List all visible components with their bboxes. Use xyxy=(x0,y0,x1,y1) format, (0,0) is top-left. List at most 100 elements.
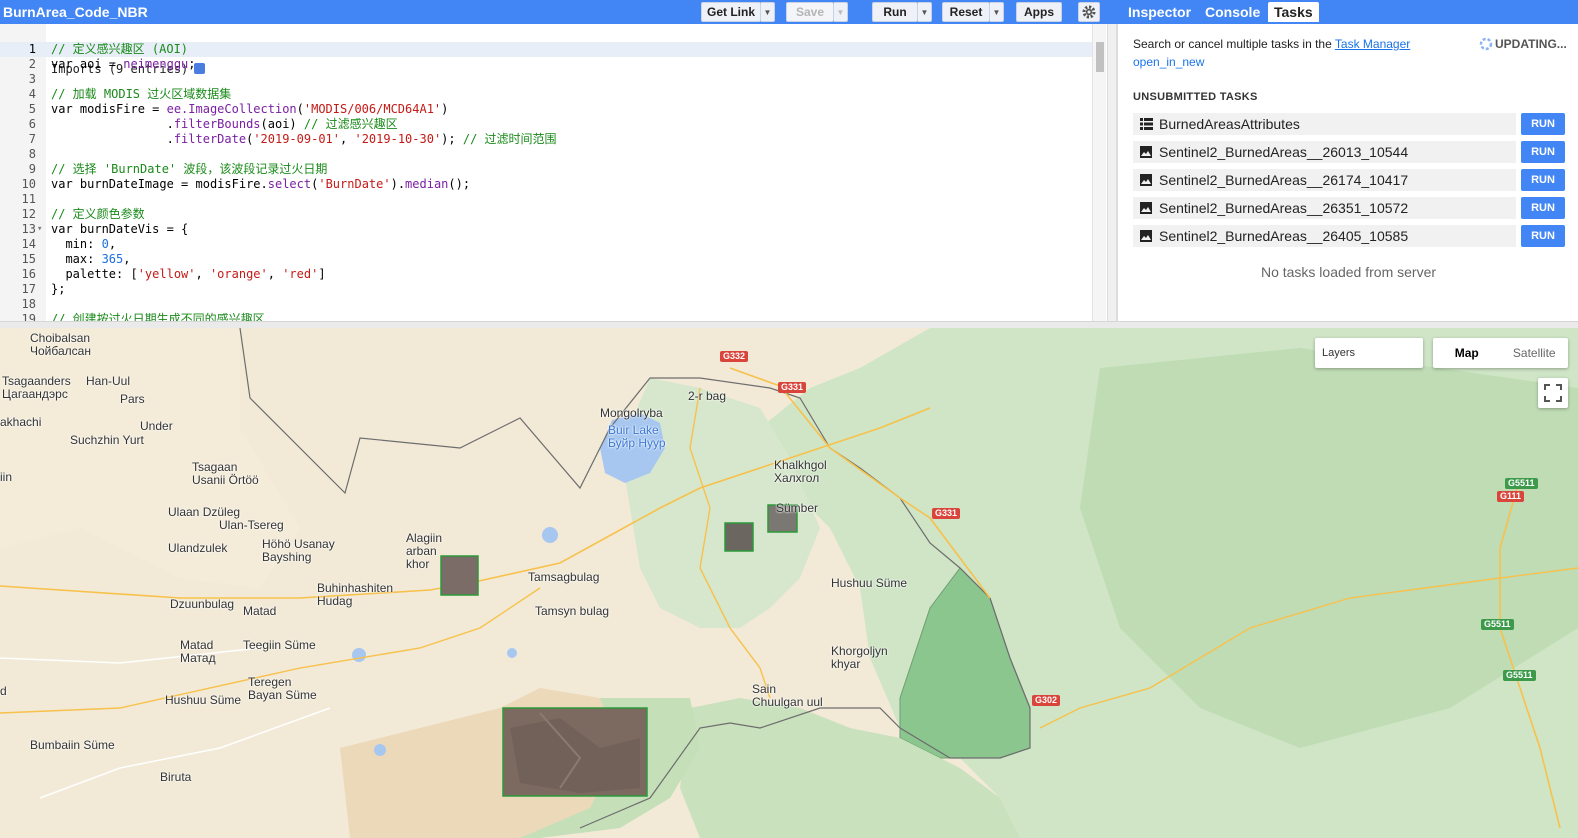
code-line[interactable]: 6 .filterBounds(aoi) // 过滤感兴趣区 xyxy=(0,117,1092,132)
code-text: palette: ['yellow', 'orange', 'red'] xyxy=(51,267,326,281)
task-manager-link[interactable]: Task Manager xyxy=(1335,37,1410,51)
table-icon xyxy=(1139,117,1153,131)
apps-button[interactable]: Apps xyxy=(1016,2,1062,22)
line-number: 17 xyxy=(21,282,36,296)
line-number: 2 xyxy=(28,57,36,71)
reset-dropdown[interactable]: ▼ xyxy=(990,2,1004,22)
line-number: 12 xyxy=(21,207,36,221)
code-line[interactable]: 13 ▾ var burnDateVis = { xyxy=(0,222,1092,237)
task-row[interactable]: BurnedAreasAttributes xyxy=(1133,113,1516,135)
get-link-dropdown[interactable]: ▼ xyxy=(761,2,775,22)
code-line[interactable]: 7 .filterDate('2019-09-01', '2019-10-30'… xyxy=(0,132,1092,147)
editor-scroll-thumb[interactable] xyxy=(1096,42,1104,72)
run-task-button[interactable]: RUN xyxy=(1521,197,1565,219)
map-view[interactable]: Choibalsan Чойбалсан Tsagaanders Цагаандэ… xyxy=(0,328,1578,838)
settings-gear-button[interactable] xyxy=(1078,2,1100,22)
tasks-panel: Search or cancel multiple tasks in the T… xyxy=(1117,24,1578,321)
run-task-button[interactable]: RUN xyxy=(1521,113,1565,135)
run-task-button[interactable]: RUN xyxy=(1521,225,1565,247)
code-text: min: 0, xyxy=(51,237,117,251)
code-line[interactable]: 3 xyxy=(0,72,1092,87)
map-place-label: Mongolryba xyxy=(600,406,663,420)
code-text: .filterDate('2019-09-01', '2019-10-30');… xyxy=(51,132,557,146)
map-place-label: Ulan-Tsereg xyxy=(219,518,284,532)
code-text: // 加载 MODIS 过火区域数据集 xyxy=(51,87,232,101)
code-line[interactable]: 9 // 选择 'BurnDate' 波段，该波段记录过火日期 xyxy=(0,162,1092,177)
code-line[interactable]: 17}; xyxy=(0,282,1092,297)
get-link-button[interactable]: Get Link xyxy=(701,2,761,22)
line-number: 1 xyxy=(28,42,36,56)
map-place-label: Khorgoljyn khyar xyxy=(831,644,888,671)
task-name: Sentinel2_BurnedAreas__26013_10544 xyxy=(1159,144,1409,160)
map-type-satellite-button[interactable]: Satellite xyxy=(1501,338,1569,368)
vertical-splitter[interactable] xyxy=(1107,24,1117,321)
code-editor[interactable]: ▸ Imports (9 entries) 1 // 定义感兴趣区 (AOI) 2 v… xyxy=(0,24,1107,321)
imports-header[interactable]: ▸ Imports (9 entries) xyxy=(0,24,1092,76)
code-line[interactable]: 8 xyxy=(0,147,1092,162)
map-place-label: Hushuu Süme xyxy=(165,693,242,707)
code-line[interactable]: 2 var aoi = neimenggu; xyxy=(0,57,1092,72)
line-number: 14 xyxy=(21,237,36,251)
open-in-new-link[interactable]: open_in_new xyxy=(1133,55,1204,69)
task-row[interactable]: Sentinel2_BurnedAreas__26405_10585 xyxy=(1133,225,1516,247)
line-number: 19 xyxy=(21,312,36,321)
map-place-label: Matad Матад xyxy=(180,638,216,665)
code-line[interactable]: 18 xyxy=(0,297,1092,312)
task-row[interactable]: Sentinel2_BurnedAreas__26013_10544 xyxy=(1133,141,1516,163)
code-lines[interactable]: ▸ Imports (9 entries) 1 // 定义感兴趣区 (AOI) 2 v… xyxy=(0,24,1092,321)
script-title[interactable]: BurnArea_Code_NBR xyxy=(3,4,148,20)
task-row[interactable]: Sentinel2_BurnedAreas__26351_10572 xyxy=(1133,197,1516,219)
gear-icon xyxy=(1082,5,1096,19)
run-button[interactable]: Run xyxy=(872,2,918,22)
task-name: BurnedAreasAttributes xyxy=(1159,116,1300,132)
run-dropdown[interactable]: ▼ xyxy=(918,2,932,22)
layers-control[interactable]: Layers xyxy=(1315,338,1423,368)
fold-toggle-icon[interactable]: ▾ xyxy=(37,222,45,237)
code-line[interactable]: 11 xyxy=(0,192,1092,207)
task-row[interactable]: Sentinel2_BurnedAreas__26174_10417 xyxy=(1133,169,1516,191)
fullscreen-button[interactable] xyxy=(1538,378,1568,408)
map-type-map-button[interactable]: Map xyxy=(1433,338,1501,368)
horizontal-splitter[interactable] xyxy=(0,321,1578,328)
code-line[interactable]: 10 var burnDateImage = modisFire.select('… xyxy=(0,177,1092,192)
code-line[interactable]: 4 // 加载 MODIS 过火区域数据集 xyxy=(0,87,1092,102)
tab-tasks[interactable]: Tasks xyxy=(1268,2,1319,22)
road-shield: G331 xyxy=(778,382,807,393)
map-place-label: akhachi xyxy=(0,415,42,429)
task-name: Sentinel2_BurnedAreas__26351_10572 xyxy=(1159,200,1409,216)
map-place-label: Suchzhin Yurt xyxy=(70,433,144,447)
updating-status: UPDATING... xyxy=(1479,37,1567,51)
line-number: 11 xyxy=(21,192,36,206)
code-line[interactable]: 19 // 创建按过火日期生成不同的感兴趣区 xyxy=(0,312,1092,321)
run-task-button[interactable]: RUN xyxy=(1521,169,1565,191)
road-shield: G5511 xyxy=(1481,619,1514,630)
map-place-label: Buir Lake Буйр Нуур xyxy=(608,423,666,450)
line-number: 10 xyxy=(21,177,36,191)
line-number: 3 xyxy=(28,72,36,86)
run-task-button[interactable]: RUN xyxy=(1521,141,1565,163)
editor-toolbar: BurnArea_Code_NBR Get Link ▼ Save ▼ Run … xyxy=(0,0,1117,24)
code-line[interactable]: 14 min: 0, xyxy=(0,237,1092,252)
line-number: 6 xyxy=(28,117,36,131)
code-line[interactable]: 12 // 定义颜色参数 xyxy=(0,207,1092,222)
line-number: 15 xyxy=(21,252,36,266)
tab-console[interactable]: Console xyxy=(1199,2,1266,22)
save-dropdown[interactable]: ▼ xyxy=(834,2,848,22)
save-button[interactable]: Save xyxy=(786,2,834,22)
code-line[interactable]: 16 palette: ['yellow', 'orange', 'red'] xyxy=(0,267,1092,282)
road-shield: G111 xyxy=(1497,491,1525,502)
map-place-label: Choibalsan Чойбалсан xyxy=(30,331,91,358)
task-manager-hint: Search or cancel multiple tasks in the T… xyxy=(1133,37,1410,51)
reset-button[interactable]: Reset xyxy=(942,2,990,22)
image-icon xyxy=(1139,173,1153,187)
code-text: var aoi = neimenggu; xyxy=(51,57,196,71)
tab-inspector[interactable]: Inspector xyxy=(1122,2,1197,22)
code-line[interactable]: 15 max: 365, xyxy=(0,252,1092,267)
line-number: 13 xyxy=(21,222,36,236)
code-line[interactable]: 5 var modisFire = ee.ImageCollection('MOD… xyxy=(0,102,1092,117)
line-number: 16 xyxy=(21,267,36,281)
spinner-icon xyxy=(1479,37,1493,51)
code-text: // 定义颜色参数 xyxy=(51,207,145,221)
editor-scrollbar[interactable] xyxy=(1092,24,1106,321)
code-line[interactable]: 1 // 定义感兴趣区 (AOI) xyxy=(0,42,1092,57)
